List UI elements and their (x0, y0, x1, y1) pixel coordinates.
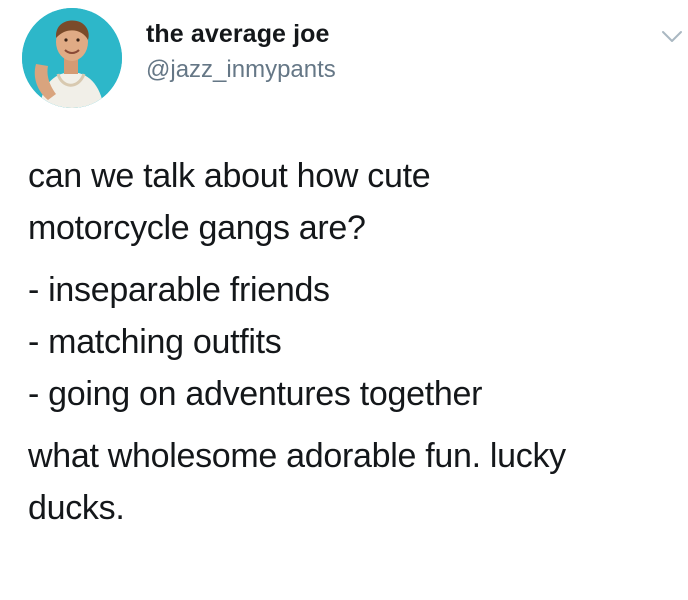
tweet-paragraph: what wholesome adorable fun. lucky ducks… (28, 430, 668, 534)
tweet-line: ducks. (28, 489, 125, 527)
tweet-line: motorcycle gangs are? (28, 209, 366, 247)
tweet-paragraph: - inseparable friends - matching outfits… (28, 264, 668, 420)
tweet-line: what wholesome adorable fun. lucky (28, 437, 566, 475)
tweet-paragraph: can we talk about how cute motorcycle ga… (28, 150, 668, 254)
author-handle[interactable]: @jazz_inmypants (146, 56, 336, 84)
avatar[interactable] (22, 8, 122, 108)
avatar-photo-icon (22, 8, 122, 108)
tweet-card: the average joe @jazz_inmypants can we t… (0, 0, 688, 600)
tweet-line: - matching outfits (28, 323, 282, 361)
author-display-name[interactable]: the average joe (146, 20, 330, 49)
chevron-down-icon[interactable] (660, 26, 684, 46)
tweet-line: - going on adventures together (28, 375, 483, 413)
tweet-line: can we talk about how cute (28, 157, 431, 195)
tweet-line: - inseparable friends (28, 271, 330, 309)
tweet-text: can we talk about how cute motorcycle ga… (28, 150, 668, 534)
